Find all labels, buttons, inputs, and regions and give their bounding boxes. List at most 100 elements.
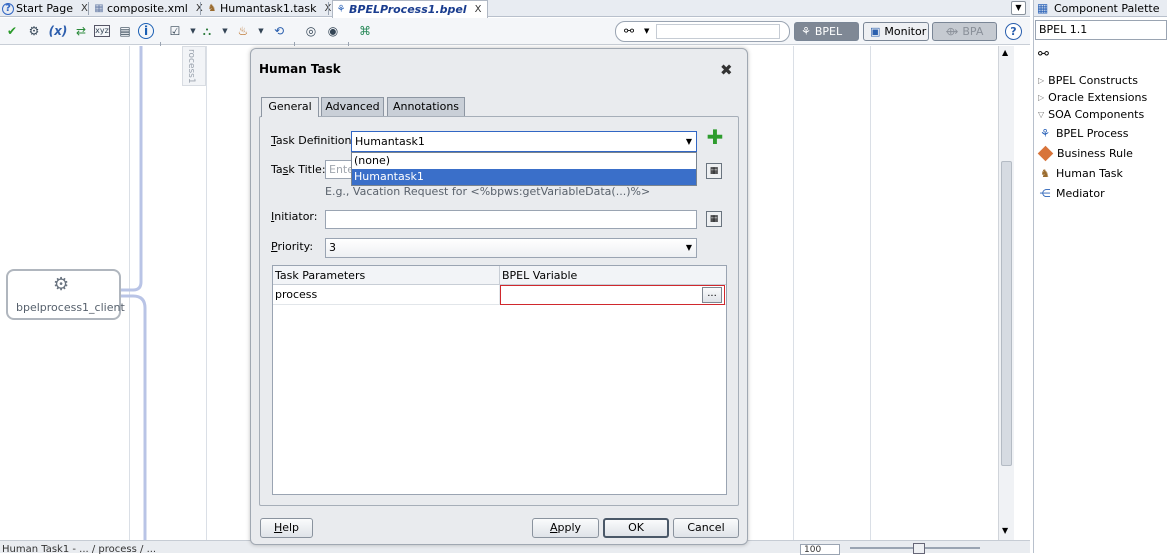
tab-start-page[interactable]: ? Start Page X (2, 0, 88, 17)
zoom-field[interactable]: 100 (800, 544, 840, 555)
human-task-dialog: Human Task ✖ General Advanced Annotation… (250, 48, 748, 545)
binoculars-icon[interactable]: ⚯ (624, 24, 634, 38)
tab-divider (88, 2, 89, 15)
priority-label: Priority: (271, 240, 314, 253)
tab-composite-xml[interactable]: ▦ composite.xml X (93, 0, 202, 17)
tab-label: composite.xml (107, 2, 188, 15)
zoom-slider-thumb[interactable] (913, 543, 925, 554)
cancel-button[interactable]: Cancel (673, 518, 739, 538)
checklist-icon[interactable]: ☑ (166, 22, 184, 40)
help-icon: ? (2, 2, 14, 15)
human-task-icon: ♞ (1040, 167, 1050, 180)
chevron-down-icon[interactable]: ▼ (686, 239, 692, 256)
palette-item-label: BPEL Process (1056, 127, 1129, 140)
search-input[interactable] (656, 24, 780, 39)
xyz-icon[interactable]: xyz (94, 25, 110, 37)
section-oracle-extensions[interactable]: ▷ Oracle Extensions (1038, 91, 1147, 104)
swimlane-divider (793, 46, 794, 540)
connector-line (121, 46, 143, 292)
initiator-input[interactable] (325, 210, 697, 229)
ok-button[interactable]: OK (603, 518, 669, 538)
chevron-down-icon[interactable]: ▼ (686, 132, 692, 151)
section-label: SOA Components (1048, 108, 1145, 121)
palette-title: Component Palette (1054, 2, 1160, 15)
monitor-mode-button[interactable]: ▣ Monitor (863, 22, 929, 41)
palette-icon: ▦ (1037, 1, 1049, 15)
scroll-down-icon[interactable]: ▼ (1002, 526, 1008, 535)
tab-bpelprocess1-bpel[interactable]: ⚘ BPELProcess1.bpel X (332, 0, 489, 18)
option-humantask1[interactable]: Humantask1 (352, 169, 696, 185)
sensor-icon[interactable]: ◎ (302, 22, 320, 40)
bpel-icon: ⚘ (801, 25, 811, 38)
status-path: Human Task1 - ... / process / ... (2, 544, 157, 555)
bpel-mode-button[interactable]: ⚘ BPEL (794, 22, 859, 41)
task-title-hint: E.g., Vacation Request for <%bpws:getVar… (325, 185, 651, 198)
general-tab-panel: Task Definition: Humantask1 ▼ ✚ (none) H… (259, 116, 739, 506)
tab-annotations[interactable]: Annotations (387, 97, 465, 116)
camera-icon[interactable]: ◉ (324, 22, 342, 40)
scroll-up-icon[interactable]: ▲ (1002, 48, 1008, 57)
palette-item-mediator[interactable]: ⋲ Mediator (1038, 187, 1105, 200)
canvas-vertical-scrollbar[interactable]: ▲ ▼ (998, 46, 1014, 540)
section-bpel-constructs[interactable]: ▷ BPEL Constructs (1038, 74, 1138, 87)
column-divider (499, 266, 500, 285)
apply-button[interactable]: Apply (532, 518, 599, 538)
flow-icon[interactable]: ⛬ (198, 22, 216, 40)
param-cell: process (275, 288, 318, 301)
validate-check-icon[interactable]: ✔ (3, 22, 21, 40)
variables-x-icon[interactable]: (x) (47, 22, 69, 40)
close-icon[interactable]: X (475, 4, 482, 15)
palette-selector[interactable]: BPEL 1.1 (1035, 20, 1167, 40)
info-icon[interactable]: i (138, 23, 154, 39)
tab-advanced[interactable]: Advanced (321, 97, 384, 116)
task-definition-label: Task Definition: (271, 134, 356, 147)
search-field[interactable]: ⚯ ▼ (615, 21, 790, 42)
palette-item-business-rule[interactable]: Business Rule (1037, 145, 1133, 162)
dropdown-arrow-icon[interactable]: ▼ (216, 22, 234, 40)
task-definition-value: Humantask1 (355, 135, 425, 148)
binoculars-icon[interactable]: ⚯ (1038, 47, 1049, 62)
tab-label: Start Page (16, 2, 73, 15)
help-icon[interactable]: ? (1005, 23, 1022, 40)
tab-general[interactable]: General (261, 97, 319, 117)
tab-label: Humantask1.task (220, 2, 317, 15)
client-partner-link[interactable]: ⚙ bpelprocess1_client (6, 269, 125, 320)
add-task-icon[interactable]: ✚ (706, 127, 724, 147)
column-header-bpel-variable[interactable]: BPEL Variable (502, 269, 577, 282)
deploy-icon[interactable]: ♨ (234, 22, 252, 40)
option-none[interactable]: (none) (352, 153, 696, 169)
section-soa-components[interactable]: ▽ SOA Components (1038, 108, 1144, 121)
task-definition-options: (none) Humantask1 (351, 152, 697, 186)
bpel-process-icon: ⚘ (1040, 127, 1050, 140)
chevron-down-icon[interactable]: ▼ (644, 27, 649, 35)
help-button[interactable]: Help (260, 518, 313, 538)
palette-item-bpel-process[interactable]: ⚘ BPEL Process (1038, 127, 1128, 140)
priority-value: 3 (329, 241, 336, 254)
expression-builder-icon[interactable]: ▦ (706, 163, 722, 179)
priority-select[interactable]: 3 ▼ (325, 238, 697, 258)
expression-builder-icon[interactable]: ▦ (706, 211, 722, 227)
dropdown-arrow-icon[interactable]: ▼ (252, 22, 270, 40)
column-header-task-parameters[interactable]: Task Parameters (275, 269, 365, 282)
tab-list-dropdown-icon[interactable]: ▼ (1011, 1, 1026, 15)
settings-gear-icon[interactable]: ⚙ (25, 22, 43, 40)
section-label: Oracle Extensions (1048, 91, 1148, 104)
close-icon[interactable]: ✖ (720, 61, 733, 79)
task-definition-select[interactable]: Humantask1 ▼ (351, 131, 697, 152)
palette-item-human-task[interactable]: ♞ Human Task (1038, 167, 1123, 180)
layout-icon[interactable]: ⌘ (356, 22, 374, 40)
partner-link-icon[interactable]: ⇄ (72, 22, 90, 40)
initiator-label: Initiator: (271, 210, 318, 223)
refresh-icon[interactable]: ⟲ (270, 22, 288, 40)
expand-icon[interactable]: ▷ (1038, 76, 1044, 85)
expand-icon[interactable]: ▷ (1038, 93, 1044, 102)
task-parameters-table: Task Parameters BPEL Variable process ..… (272, 265, 727, 495)
tab-humantask1-task[interactable]: ♞ Humantask1.task X (206, 0, 332, 17)
table-row[interactable]: process ... (273, 285, 726, 305)
close-icon[interactable]: X (81, 3, 88, 14)
schema-icon[interactable]: ▤ (116, 22, 134, 40)
bpel-variable-cell[interactable]: ... (500, 285, 725, 305)
browse-variable-button[interactable]: ... (702, 287, 722, 303)
scrollbar-thumb[interactable] (1001, 161, 1012, 466)
collapse-icon[interactable]: ▽ (1038, 110, 1044, 119)
